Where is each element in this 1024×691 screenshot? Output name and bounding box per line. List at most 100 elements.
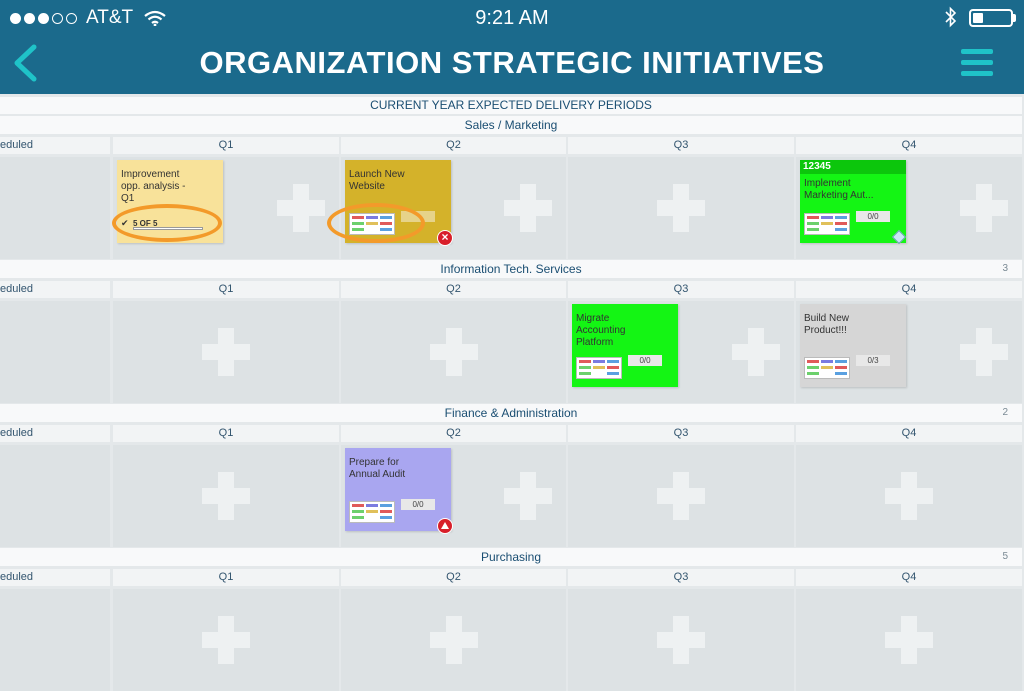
- card-task-ratio: 0/3: [856, 355, 890, 366]
- add-initiative-plus-icon[interactable]: [202, 616, 250, 664]
- add-initiative-plus-icon[interactable]: [429, 328, 478, 376]
- column-header-q1: Q1: [113, 425, 339, 442]
- warning-up-icon[interactable]: [437, 518, 453, 534]
- board-banner: CURRENT YEAR EXPECTED DELIVERY PERIODS: [0, 97, 1022, 114]
- column-header-unscheduled: eduled: [0, 569, 110, 586]
- error-icon[interactable]: ×: [437, 230, 453, 246]
- column-header-unscheduled: eduled: [0, 281, 110, 298]
- card-title: Launch New Website: [349, 169, 405, 192]
- quarter-cell-q4[interactable]: [796, 445, 1022, 547]
- column-header-q2: Q2: [341, 137, 566, 154]
- column-header-q1: Q1: [113, 281, 339, 298]
- group-header[interactable]: Sales / Marketing: [0, 116, 1022, 134]
- battery-icon: [969, 9, 1013, 27]
- status-time: 9:21 AM: [475, 7, 549, 29]
- quarter-cell-q2[interactable]: [341, 301, 566, 403]
- column-header-q4: Q4: [796, 137, 1022, 154]
- initiatives-board: CURRENT YEAR EXPECTED DELIVERY PERIODS S…: [0, 94, 1024, 691]
- quarter-cell-q2[interactable]: [341, 589, 566, 691]
- card-task-ratio: 0/0: [401, 499, 435, 510]
- quarter-cell-q4[interactable]: Build New Product!!! 0/3: [796, 301, 1022, 403]
- quarter-cell-q3[interactable]: [568, 445, 794, 547]
- card-task-ratio: 0/0: [628, 355, 662, 366]
- add-initiative-plus-icon[interactable]: [885, 472, 933, 520]
- quarter-cell-q3[interactable]: [568, 157, 794, 259]
- column-header-q4: Q4: [796, 425, 1022, 442]
- add-initiative-plus-icon[interactable]: [504, 184, 552, 232]
- unscheduled-cell[interactable]: [0, 301, 110, 403]
- card-task-ratio: 0/0: [856, 211, 890, 222]
- column-header-q1: Q1: [113, 569, 339, 586]
- column-header-q3: Q3: [568, 425, 794, 442]
- group-header[interactable]: Purchasing 5: [0, 548, 1022, 566]
- quarter-cell-q1[interactable]: [113, 301, 339, 403]
- card-mini-board-icon: [576, 357, 622, 379]
- quarter-cell-q4[interactable]: 12345 Implement Marketing Aut... 0/0: [796, 157, 1022, 259]
- add-initiative-plus-icon[interactable]: [960, 328, 1008, 376]
- quarter-cell-q1[interactable]: [113, 589, 339, 691]
- add-initiative-plus-icon[interactable]: [960, 184, 1008, 232]
- quarter-cell-q3[interactable]: Migrate Accounting Platform 0/0: [568, 301, 794, 403]
- initiative-card[interactable]: Prepare for Annual Audit 0/0: [345, 448, 453, 534]
- add-initiative-plus-icon[interactable]: [885, 616, 933, 664]
- column-header-q4: Q4: [796, 281, 1022, 298]
- tag-icon[interactable]: [891, 229, 907, 245]
- initiative-card[interactable]: 12345 Implement Marketing Aut... 0/0: [800, 160, 907, 245]
- column-header-unscheduled: eduled: [0, 425, 110, 442]
- group-name: Information Tech. Services: [440, 262, 582, 276]
- column-header-q3: Q3: [568, 569, 794, 586]
- add-initiative-plus-icon[interactable]: [202, 328, 250, 376]
- column-header-q2: Q2: [341, 281, 566, 298]
- add-initiative-plus-icon[interactable]: [732, 328, 780, 376]
- quarter-cell-q2[interactable]: Prepare for Annual Audit 0/0: [341, 445, 566, 547]
- column-header-q2: Q2: [341, 425, 566, 442]
- column-header-q4: Q4: [796, 569, 1022, 586]
- column-header-q2: Q2: [341, 569, 566, 586]
- group-count-badge: 5: [1002, 551, 1008, 562]
- group-header[interactable]: Information Tech. Services 3: [0, 260, 1022, 278]
- group-count-badge: 3: [1002, 263, 1008, 274]
- quarter-cell-q4[interactable]: [796, 589, 1022, 691]
- unscheduled-cell[interactable]: [0, 589, 110, 691]
- group-name: Finance & Administration: [444, 406, 578, 420]
- add-initiative-plus-icon[interactable]: [504, 472, 552, 520]
- card-title: Prepare for Annual Audit: [349, 457, 406, 480]
- column-header-q3: Q3: [568, 281, 794, 298]
- bluetooth-icon: [945, 6, 957, 28]
- highlight-ellipse: [112, 204, 222, 242]
- card-mini-board-icon: [804, 357, 850, 379]
- card-mini-board-icon: [349, 501, 395, 523]
- quarter-cell-q3[interactable]: [568, 589, 794, 691]
- group-name: Purchasing: [480, 550, 542, 564]
- card-title: Implement Marketing Aut...: [804, 178, 874, 201]
- add-initiative-plus-icon[interactable]: [657, 184, 705, 232]
- page-title: ORGANIZATION STRATEGIC INITIATIVES: [199, 45, 825, 80]
- group-count-badge: 2: [1002, 407, 1008, 418]
- app-header: AT&T 9:21 AM ORGANIZATION STRATEGIC INIT…: [0, 0, 1024, 94]
- column-header-unscheduled: eduled: [0, 137, 110, 154]
- card-id: 12345: [800, 160, 906, 174]
- initiative-card[interactable]: Build New Product!!! 0/3: [800, 304, 906, 387]
- highlight-ellipse: [327, 203, 425, 243]
- add-initiative-plus-icon[interactable]: [657, 616, 705, 664]
- quarter-cell-q1[interactable]: [113, 445, 339, 547]
- battery-tip: [1013, 14, 1016, 22]
- add-initiative-plus-icon[interactable]: [202, 472, 250, 520]
- add-initiative-plus-icon[interactable]: [277, 184, 325, 232]
- initiative-card[interactable]: Migrate Accounting Platform 0/0: [572, 304, 678, 387]
- card-title: Build New Product!!!: [804, 313, 850, 336]
- hamburger-menu-icon[interactable]: [961, 49, 993, 77]
- group-header[interactable]: Finance & Administration 2: [0, 404, 1022, 422]
- group-name: Sales / Marketing: [464, 118, 558, 132]
- status-bar: AT&T 9:21 AM: [0, 0, 1024, 36]
- battery-level: [973, 13, 983, 23]
- card-mini-board-icon: [804, 213, 850, 235]
- add-initiative-plus-icon[interactable]: [429, 616, 478, 664]
- column-header-q1: Q1: [113, 137, 339, 154]
- card-title: Improvement opp. analysis - Q1: [121, 169, 186, 204]
- add-initiative-plus-icon[interactable]: [657, 472, 705, 520]
- unscheduled-cell[interactable]: [0, 445, 110, 547]
- card-title: Migrate Accounting Platform: [576, 313, 626, 348]
- column-header-q3: Q3: [568, 137, 794, 154]
- unscheduled-cell[interactable]: [0, 157, 110, 259]
